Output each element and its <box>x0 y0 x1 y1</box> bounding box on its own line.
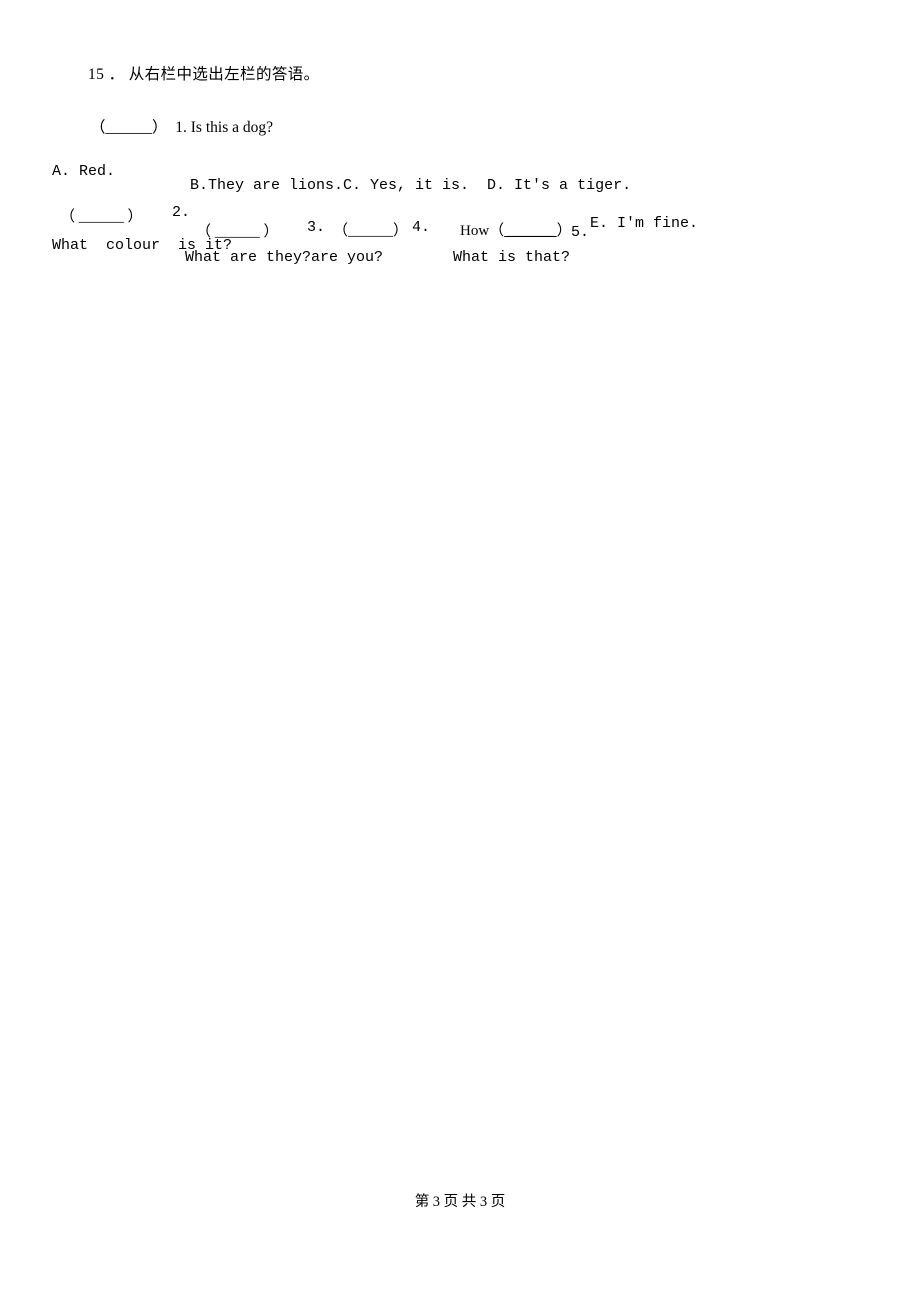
match-item-4-text-after: ） <box>556 223 572 239</box>
match-item-1-number: 1. <box>175 119 187 136</box>
match-item-3-number: 3. <box>307 219 326 236</box>
document-page: 15 ． 从右栏中选出左栏的答语。 （______） 1. Is this a … <box>0 0 920 1302</box>
match-item-4-blank: ______ <box>504 223 557 239</box>
option-a: A. Red. <box>52 163 116 180</box>
match-item-1: （______） 1. Is this a dog? <box>90 115 273 137</box>
match-item-4-number: 4. <box>412 219 431 236</box>
match-item-4-text-before: How（ <box>460 223 505 239</box>
match-item-4-inline-blank: How（ ______ ） <box>460 219 572 240</box>
match-item-2-number: 2. <box>172 204 191 221</box>
match-item-1-paren: （______） <box>90 119 168 136</box>
match-item-5-text: What is that? <box>453 249 571 266</box>
match-item-1-text: Is this a dog? <box>190 119 273 136</box>
question-title: 15 ． 从右栏中选出左栏的答语。 <box>88 66 320 83</box>
match-item-3-text: What are they? <box>185 249 312 266</box>
option-bcd: B.They are lions.C. Yes, it is. D. It's … <box>190 177 632 194</box>
match-item-3-paren: （ ______ ） <box>196 224 279 240</box>
match-item-4-text: are you? <box>311 249 384 266</box>
match-item-4-paren: （______） <box>333 223 409 239</box>
match-item-2-paren: （ ______ ） <box>60 209 143 225</box>
match-item-5-number: 5. <box>571 224 590 241</box>
option-e: E. I'm fine. <box>590 215 699 232</box>
page-footer: 第 3 页 共 3 页 <box>414 1194 506 1210</box>
